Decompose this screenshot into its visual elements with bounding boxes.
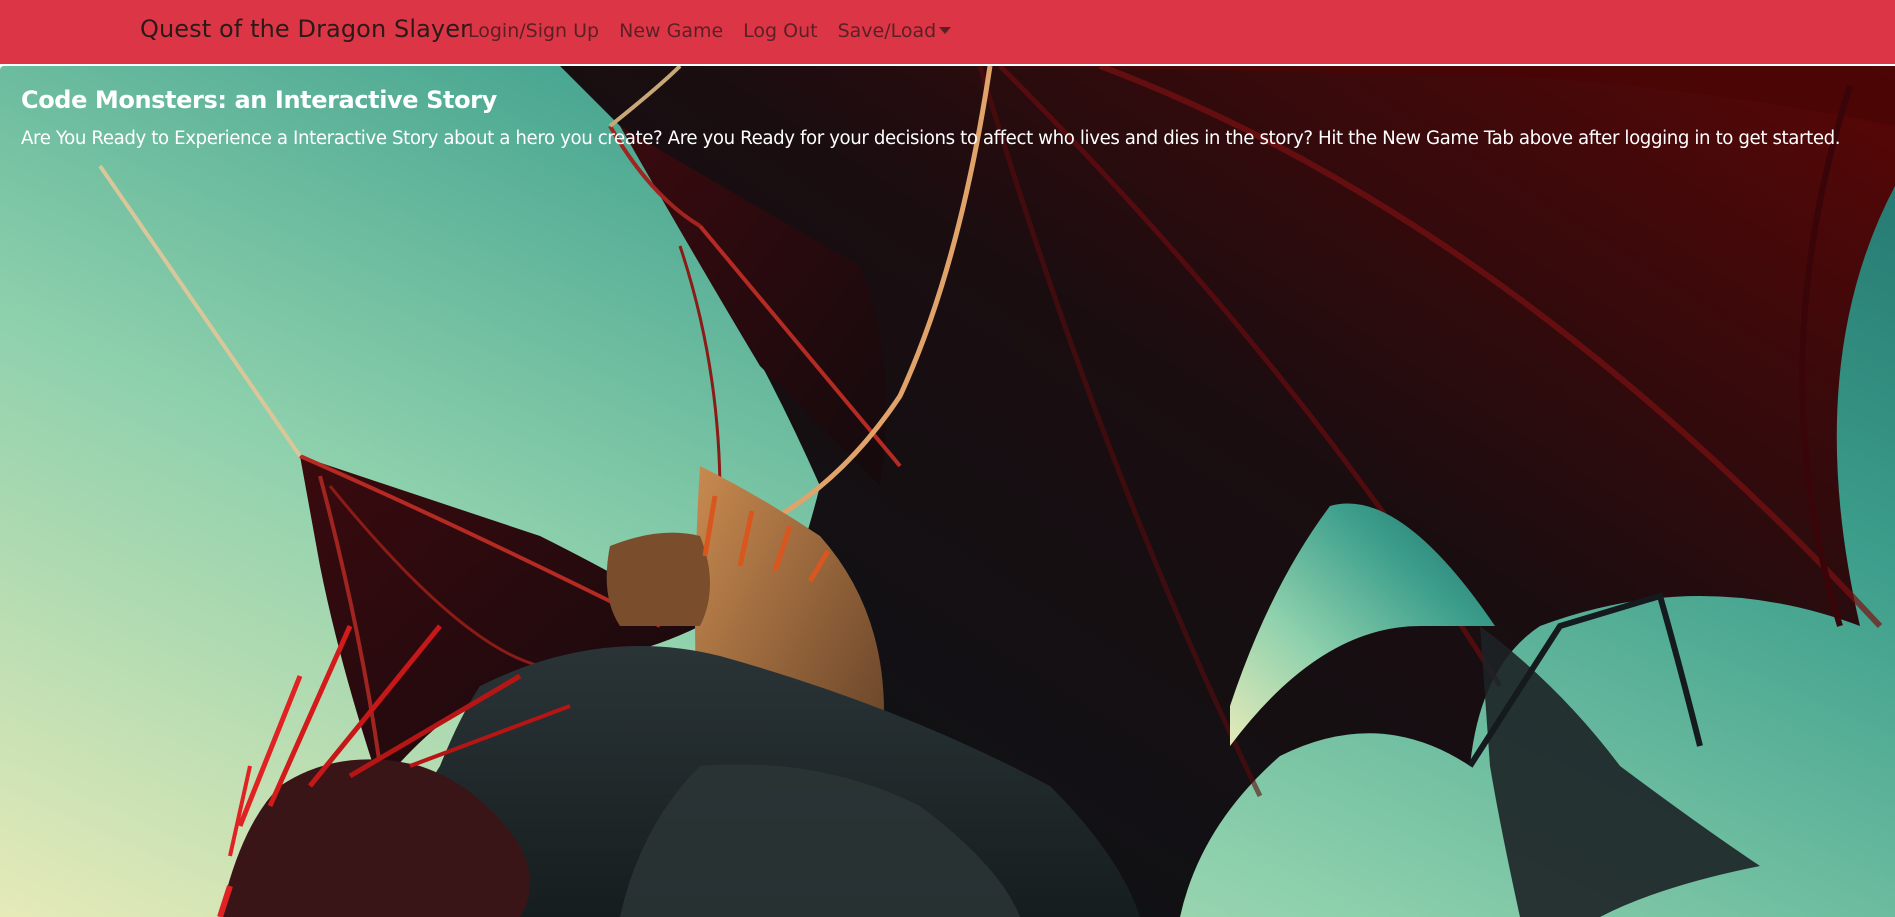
nav-new-game[interactable]: New Game: [619, 20, 723, 42]
hero-banner: Code Monsters: an Interactive Story Are …: [0, 66, 1895, 917]
hero-title: Code Monsters: an Interactive Story: [21, 86, 497, 114]
caret-down-icon: [939, 27, 952, 34]
nav-links: Login/Sign Up New Game Log Out Save/Load: [468, 20, 971, 42]
nav-log-out[interactable]: Log Out: [743, 20, 817, 42]
hero-text: Code Monsters: an Interactive Story Are …: [21, 86, 1841, 149]
nav-save-load-dropdown[interactable]: Save/Load: [838, 20, 952, 42]
nav-save-load-label: Save/Load: [837, 20, 937, 42]
dragon-background-image: [0, 66, 1895, 917]
nav-login-signup[interactable]: Login/Sign Up: [468, 20, 599, 42]
hero-description: Are You Ready to Experience a Interactiv…: [21, 128, 1841, 149]
brand-link[interactable]: Quest of the Dragon Slayer: [140, 15, 470, 43]
top-navbar: Quest of the Dragon Slayer Login/Sign Up…: [0, 0, 1895, 64]
